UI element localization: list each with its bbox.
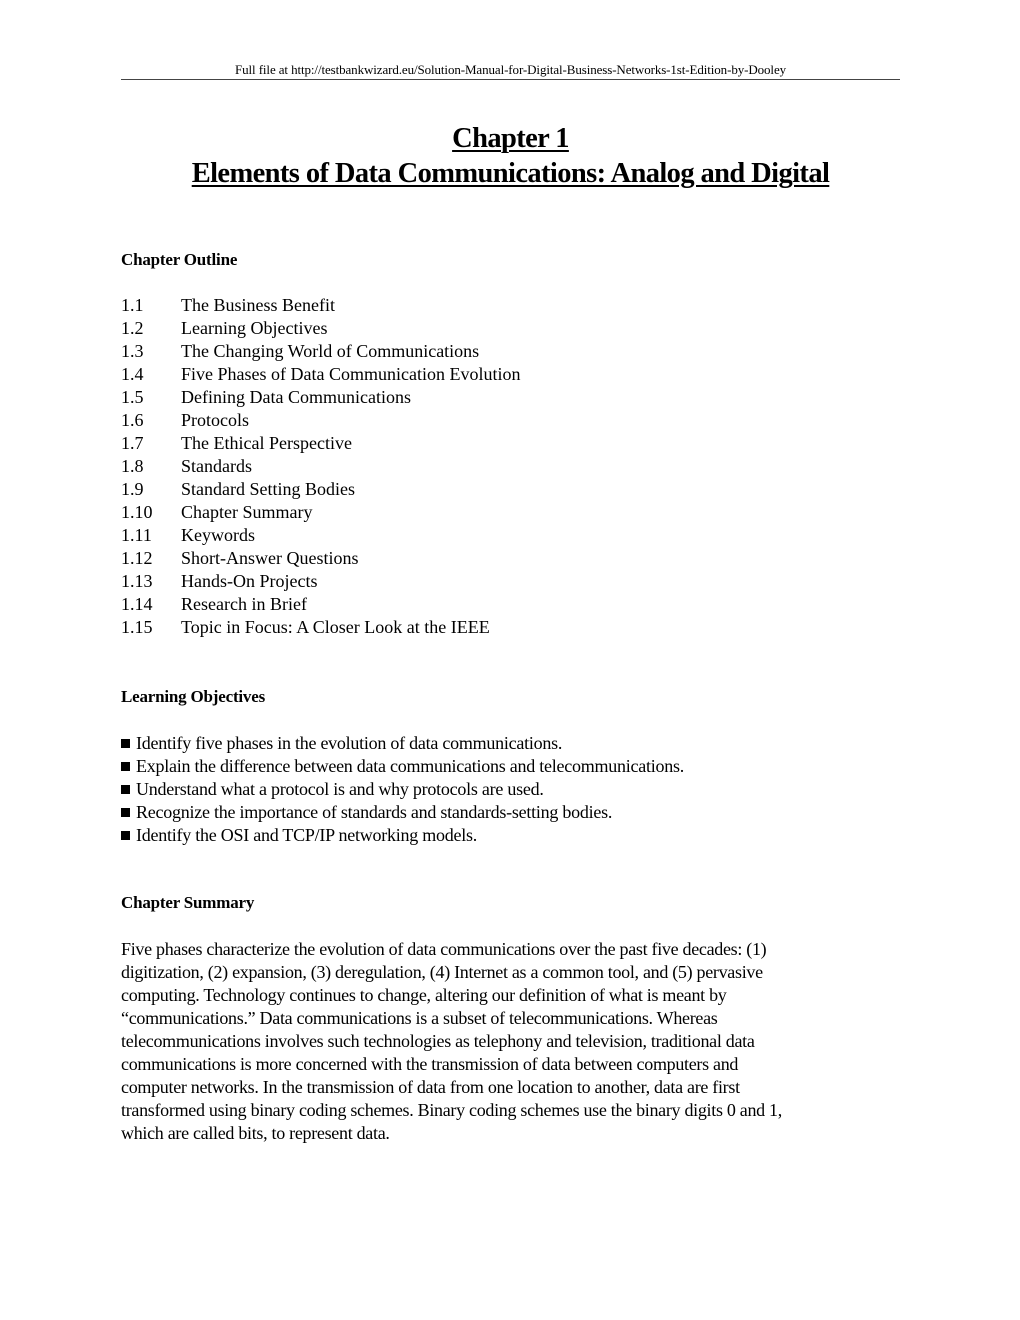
outline-item: 1.11 Keywords	[121, 524, 520, 547]
outline-item: 1.14 Research in Brief	[121, 593, 520, 616]
outline-item: 1.10 Chapter Summary	[121, 501, 520, 524]
header-divider	[121, 79, 900, 80]
outline-item: 1.7 The Ethical Perspective	[121, 432, 520, 455]
square-bullet-icon	[121, 831, 130, 840]
objective-item: Explain the difference between data comm…	[121, 755, 684, 778]
outline-item: 1.12 Short-Answer Questions	[121, 547, 520, 570]
outline-item-number: 1.14	[121, 594, 153, 614]
summary-line: telecommunications involves such technol…	[121, 1031, 755, 1051]
outline-item: 1.15 Topic in Focus: A Closer Look at the…	[121, 616, 520, 639]
objective-item: Identify the OSI and TCP/IP networking m…	[121, 824, 684, 847]
outline-item-number: 1.2	[121, 318, 144, 338]
outline-item: 1.8 Standards	[121, 455, 520, 478]
chapter-title: Chapter 1	[452, 123, 569, 154]
outline-item-label: The Ethical Perspective	[181, 433, 352, 453]
outline-item-label: Protocols	[181, 410, 250, 430]
outline-item-label: Standard Setting Bodies	[181, 479, 355, 499]
outline-heading: Chapter Outline	[121, 250, 238, 269]
outline-item-label: Topic in Focus: A Closer Look at the IEE…	[181, 617, 490, 637]
outline-item: 1.4 Five Phases of Data Communication Evo…	[121, 363, 520, 386]
objectives-heading: Learning Objectives	[121, 687, 265, 706]
learning-objectives-list: Identify five phases in the evolution of…	[121, 732, 684, 847]
outline-item-number: 1.1	[121, 295, 144, 315]
outline-item-number: 1.15	[121, 617, 153, 637]
chapter-subtitle: Elements of Data Communications: Analog …	[191, 158, 830, 189]
square-bullet-icon	[121, 808, 130, 817]
outline-item-number: 1.6	[121, 410, 144, 430]
outline-item: 1.6 Protocols	[121, 409, 520, 432]
objective-item: Identify five phases in the evolution of…	[121, 732, 684, 755]
outline-item-label: Chapter Summary	[181, 502, 313, 522]
square-bullet-icon	[121, 785, 130, 794]
outline-item-label: Hands-On Projects	[181, 571, 318, 591]
header-source-note: Full file at http://testbankwizard.eu/So…	[234, 62, 787, 77]
outline-item: 1.13 Hands-On Projects	[121, 570, 520, 593]
objective-text: Identify five phases in the evolution of…	[136, 733, 563, 753]
outline-item: 1.3 The Changing World of Communications	[121, 340, 520, 363]
objective-text: Explain the difference between data comm…	[136, 756, 684, 776]
summary-line: computing. Technology continues to chang…	[121, 985, 727, 1005]
outline-item-label: Standards	[181, 456, 252, 476]
outline-item: 1.9 Standard Setting Bodies	[121, 478, 520, 501]
outline-item-number: 1.12	[121, 548, 153, 568]
outline-item-label: Defining Data Communications	[181, 387, 411, 407]
summary-heading: Chapter Summary	[121, 893, 255, 912]
outline-item: 1.5 Defining Data Communications	[121, 386, 520, 409]
outline-item-number: 1.9	[121, 479, 144, 499]
outline-item: 1.2 Learning Objectives	[121, 317, 520, 340]
outline-item-number: 1.8	[121, 456, 144, 476]
chapter-summary-paragraph: Five phases characterize the evolution o…	[121, 938, 901, 1145]
outline-item-number: 1.11	[121, 525, 152, 545]
summary-line: computer networks. In the transmission o…	[121, 1077, 740, 1097]
square-bullet-icon	[121, 762, 130, 771]
square-bullet-icon	[121, 739, 130, 748]
objective-text: Identify the OSI and TCP/IP networking m…	[136, 825, 477, 845]
outline-item-label: Keywords	[181, 525, 255, 545]
summary-line: “communications.” Data communications is…	[121, 1008, 718, 1028]
outline-item-label: The Business Benefit	[181, 295, 335, 315]
objective-text: Understand what a protocol is and why pr…	[136, 779, 544, 799]
outline-item-number: 1.5	[121, 387, 144, 407]
outline-item-label: Five Phases of Data Communication Evolut…	[181, 364, 521, 384]
outline-item-number: 1.10	[121, 502, 153, 522]
outline-item-number: 1.3	[121, 341, 144, 361]
outline-item-number: 1.13	[121, 571, 153, 591]
summary-line: transformed using binary coding schemes.…	[121, 1100, 782, 1120]
outline-item-number: 1.4	[121, 364, 144, 384]
summary-line: Five phases characterize the evolution o…	[121, 939, 767, 959]
summary-line: digitization, (2) expansion, (3) deregul…	[121, 962, 763, 982]
chapter-outline-list: 1.1 The Business Benefit 1.2 Learning Obje…	[121, 294, 520, 639]
outline-item-number: 1.7	[121, 433, 144, 453]
summary-line: communications is more concerned with th…	[121, 1054, 739, 1074]
summary-line: which are called bits, to represent data…	[121, 1123, 390, 1143]
outline-item-label: Learning Objectives	[181, 318, 328, 338]
objective-item: Recognize the importance of standards an…	[121, 801, 684, 824]
outline-item: 1.1 The Business Benefit	[121, 294, 520, 317]
objective-item: Understand what a protocol is and why pr…	[121, 778, 684, 801]
objective-text: Recognize the importance of standards an…	[136, 802, 613, 822]
outline-item-label: Short-Answer Questions	[181, 548, 359, 568]
outline-item-label: Research in Brief	[181, 594, 307, 614]
outline-item-label: The Changing World of Communications	[181, 341, 480, 361]
